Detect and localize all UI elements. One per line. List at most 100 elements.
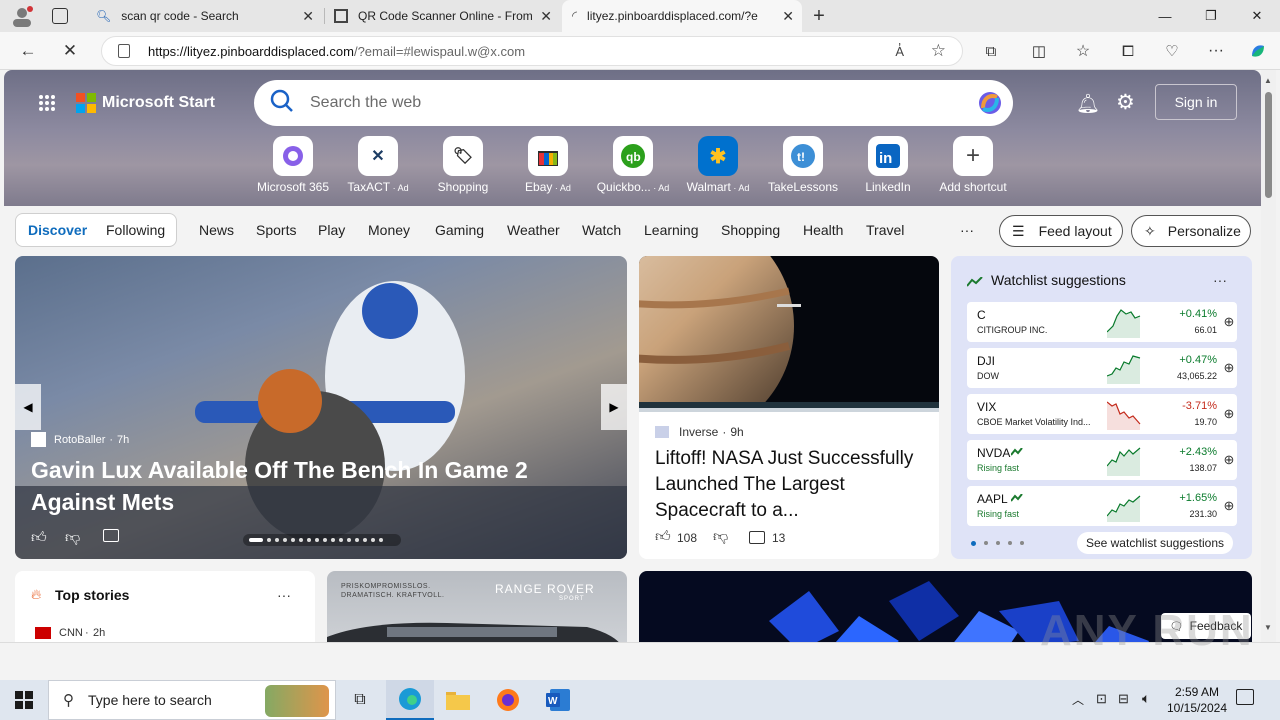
favorite-star-icon[interactable]: ☆: [931, 41, 946, 61]
carousel-dot[interactable]: [339, 538, 343, 542]
firefox-icon[interactable]: [484, 680, 532, 720]
add-to-watchlist-icon[interactable]: ⊕: [1221, 406, 1237, 422]
tab-discover[interactable]: Discover: [28, 222, 87, 238]
pager-dot[interactable]: [984, 541, 988, 545]
add-to-watchlist-icon[interactable]: ⊕: [1221, 498, 1237, 514]
shortcut-taxact[interactable]: ✕ TaxACT · Ad: [333, 136, 423, 194]
microsoft-logo[interactable]: Microsoft Start: [76, 93, 215, 113]
watchlist-more-button[interactable]: ···: [1213, 272, 1227, 288]
profile-avatar[interactable]: [10, 5, 34, 27]
pager-dot[interactable]: [1020, 541, 1024, 545]
task-view-icon[interactable]: ⧉: [336, 680, 384, 720]
clock[interactable]: 2:59 AM 10/15/2024: [1164, 684, 1230, 716]
file-explorer-icon[interactable]: [434, 680, 482, 720]
carousel-dot[interactable]: [347, 538, 351, 542]
carousel-dots[interactable]: [243, 534, 401, 546]
scroll-down-arrow[interactable]: ▼: [1264, 623, 1272, 632]
carousel-dot[interactable]: [323, 538, 327, 542]
word-icon[interactable]: W: [534, 680, 582, 720]
add-to-watchlist-icon[interactable]: ⊕: [1221, 314, 1237, 330]
carousel-dot[interactable]: [363, 538, 367, 542]
shortcut-microsoft-365[interactable]: Microsoft 365: [248, 136, 338, 194]
nav-play[interactable]: Play: [318, 222, 345, 238]
carousel-dot[interactable]: [371, 538, 375, 542]
top-stories-more-button[interactable]: ···: [277, 587, 291, 603]
nasa-story-card[interactable]: Inverse · 9h Liftoff! NASA Just Successf…: [639, 256, 939, 559]
range-rover-ad-card[interactable]: PRISKOMPROMISSLOS. DRAMATISCH. KRAFTVOLL…: [327, 571, 627, 642]
shortcut-linkedin[interactable]: in LinkedIn: [843, 136, 933, 194]
copilot-icon[interactable]: [1244, 37, 1272, 65]
pager-dot-active[interactable]: [971, 541, 976, 546]
meet-now-icon[interactable]: ⊡: [1096, 691, 1107, 707]
lock-icon[interactable]: [118, 44, 130, 58]
nav-more[interactable]: ···: [960, 222, 974, 238]
edge-taskbar-icon[interactable]: [386, 680, 434, 720]
stock-row-dji[interactable]: DJI DOW +0.47% 43,065.22 ⊕: [967, 348, 1237, 388]
carousel-dot-active[interactable]: [249, 538, 263, 542]
carousel-dot[interactable]: [283, 538, 287, 542]
carousel-dot[interactable]: [315, 538, 319, 542]
hero-story-card[interactable]: ◀ ▶ RotoBaller · 7h Gavin Lux Available …: [15, 256, 627, 559]
notifications-bell-icon[interactable]: 🔔︎: [1076, 92, 1100, 116]
browser-essentials-icon[interactable]: ♡: [1158, 37, 1186, 65]
notification-center-icon[interactable]: [1236, 689, 1254, 705]
stop-loading-button[interactable]: ✕: [56, 37, 84, 65]
comment-icon[interactable]: [749, 531, 765, 544]
sign-in-button[interactable]: Sign in: [1155, 84, 1237, 120]
tab-search[interactable]: 🔍︎ scan qr code - Search ✕: [86, 0, 322, 32]
nav-health[interactable]: Health: [803, 222, 843, 238]
favorites-icon[interactable]: ☆: [1069, 37, 1097, 65]
web-search-box[interactable]: Search the web: [254, 80, 1013, 126]
close-window-button[interactable]: ✕: [1234, 0, 1280, 32]
dislike-icon[interactable]: 👎︎: [713, 528, 728, 546]
tab-actions-icon[interactable]: [52, 8, 68, 24]
tab-following[interactable]: Following: [106, 222, 165, 238]
story-headline[interactable]: Liftoff! NASA Just Successfully Launched…: [655, 446, 925, 524]
taskbar-search-box[interactable]: ⚲ Type here to search: [48, 680, 336, 720]
address-bar[interactable]: https://lityez.pinboarddisplaced.com/?em…: [101, 36, 963, 66]
pager-dot[interactable]: [996, 541, 1000, 545]
close-tab-icon[interactable]: ✕: [540, 8, 552, 25]
shortcut-walmart[interactable]: ✱ Walmart · Ad: [673, 136, 763, 194]
feed-layout-button[interactable]: ☰ Feed layout: [999, 215, 1123, 247]
shortcut-quickbooks[interactable]: qb Quickbo... · Ad: [588, 136, 678, 194]
scroll-up-arrow[interactable]: ▲: [1264, 76, 1272, 85]
add-to-watchlist-icon[interactable]: ⊕: [1221, 452, 1237, 468]
tab-qr-scanner[interactable]: QR Code Scanner Online - From ✕: [324, 0, 560, 32]
dislike-icon[interactable]: 👎︎: [65, 529, 80, 547]
scrollbar-thumb[interactable]: [1265, 92, 1272, 198]
stock-row-nvda[interactable]: NVDA Rising fast +2.43% 138.07 ⊕: [967, 440, 1237, 480]
nav-sports[interactable]: Sports: [256, 222, 296, 238]
add-shortcut-button[interactable]: + Add shortcut: [928, 136, 1018, 194]
close-tab-icon[interactable]: ✕: [302, 8, 314, 25]
nav-learning[interactable]: Learning: [644, 222, 699, 238]
back-button[interactable]: ←: [14, 37, 42, 65]
nav-money[interactable]: Money: [368, 222, 410, 238]
shortcut-shopping[interactable]: 🏷︎ Shopping: [418, 136, 508, 194]
nav-weather[interactable]: Weather: [507, 222, 560, 238]
shortcut-ebay[interactable]: Ebay · Ad: [503, 136, 593, 194]
stock-row-c[interactable]: C CITIGROUP INC. +0.41% 66.01 ⊕: [967, 302, 1237, 342]
nav-travel[interactable]: Travel: [866, 222, 904, 238]
story-headline[interactable]: Gavin Lux Available Off The Bench In Gam…: [31, 454, 591, 518]
nav-news[interactable]: News: [199, 222, 234, 238]
shortcut-takelessons[interactable]: t! TakeLessons: [758, 136, 848, 194]
read-aloud-icon[interactable]: A͏̓: [895, 44, 904, 59]
carousel-next-button[interactable]: ▶: [601, 384, 627, 430]
carousel-dot[interactable]: [307, 538, 311, 542]
add-to-watchlist-icon[interactable]: ⊕: [1221, 360, 1237, 376]
stock-row-vix[interactable]: VIX CBOE Market Volatility Ind... -3.71%…: [967, 394, 1237, 434]
personalize-button[interactable]: ✧ Personalize: [1131, 215, 1251, 247]
network-icon[interactable]: ⊟: [1118, 691, 1129, 707]
stock-row-aapl[interactable]: AAPL Rising fast +1.65% 231.30 ⊕: [967, 486, 1237, 526]
tab-active-page[interactable]: ◜ lityez.pinboarddisplaced.com/?e ✕: [562, 0, 802, 32]
carousel-dot[interactable]: [291, 538, 295, 542]
page-scrollbar[interactable]: ▲ ▼: [1261, 70, 1276, 642]
extensions-icon[interactable]: ⧉: [977, 37, 1005, 65]
see-watchlist-button[interactable]: See watchlist suggestions: [1077, 532, 1233, 554]
close-tab-icon[interactable]: ✕: [782, 8, 794, 25]
carousel-dot[interactable]: [267, 538, 271, 542]
start-button[interactable]: [0, 680, 48, 720]
watchlist-pager[interactable]: [971, 541, 1024, 546]
carousel-prev-button[interactable]: ◀: [15, 384, 41, 430]
